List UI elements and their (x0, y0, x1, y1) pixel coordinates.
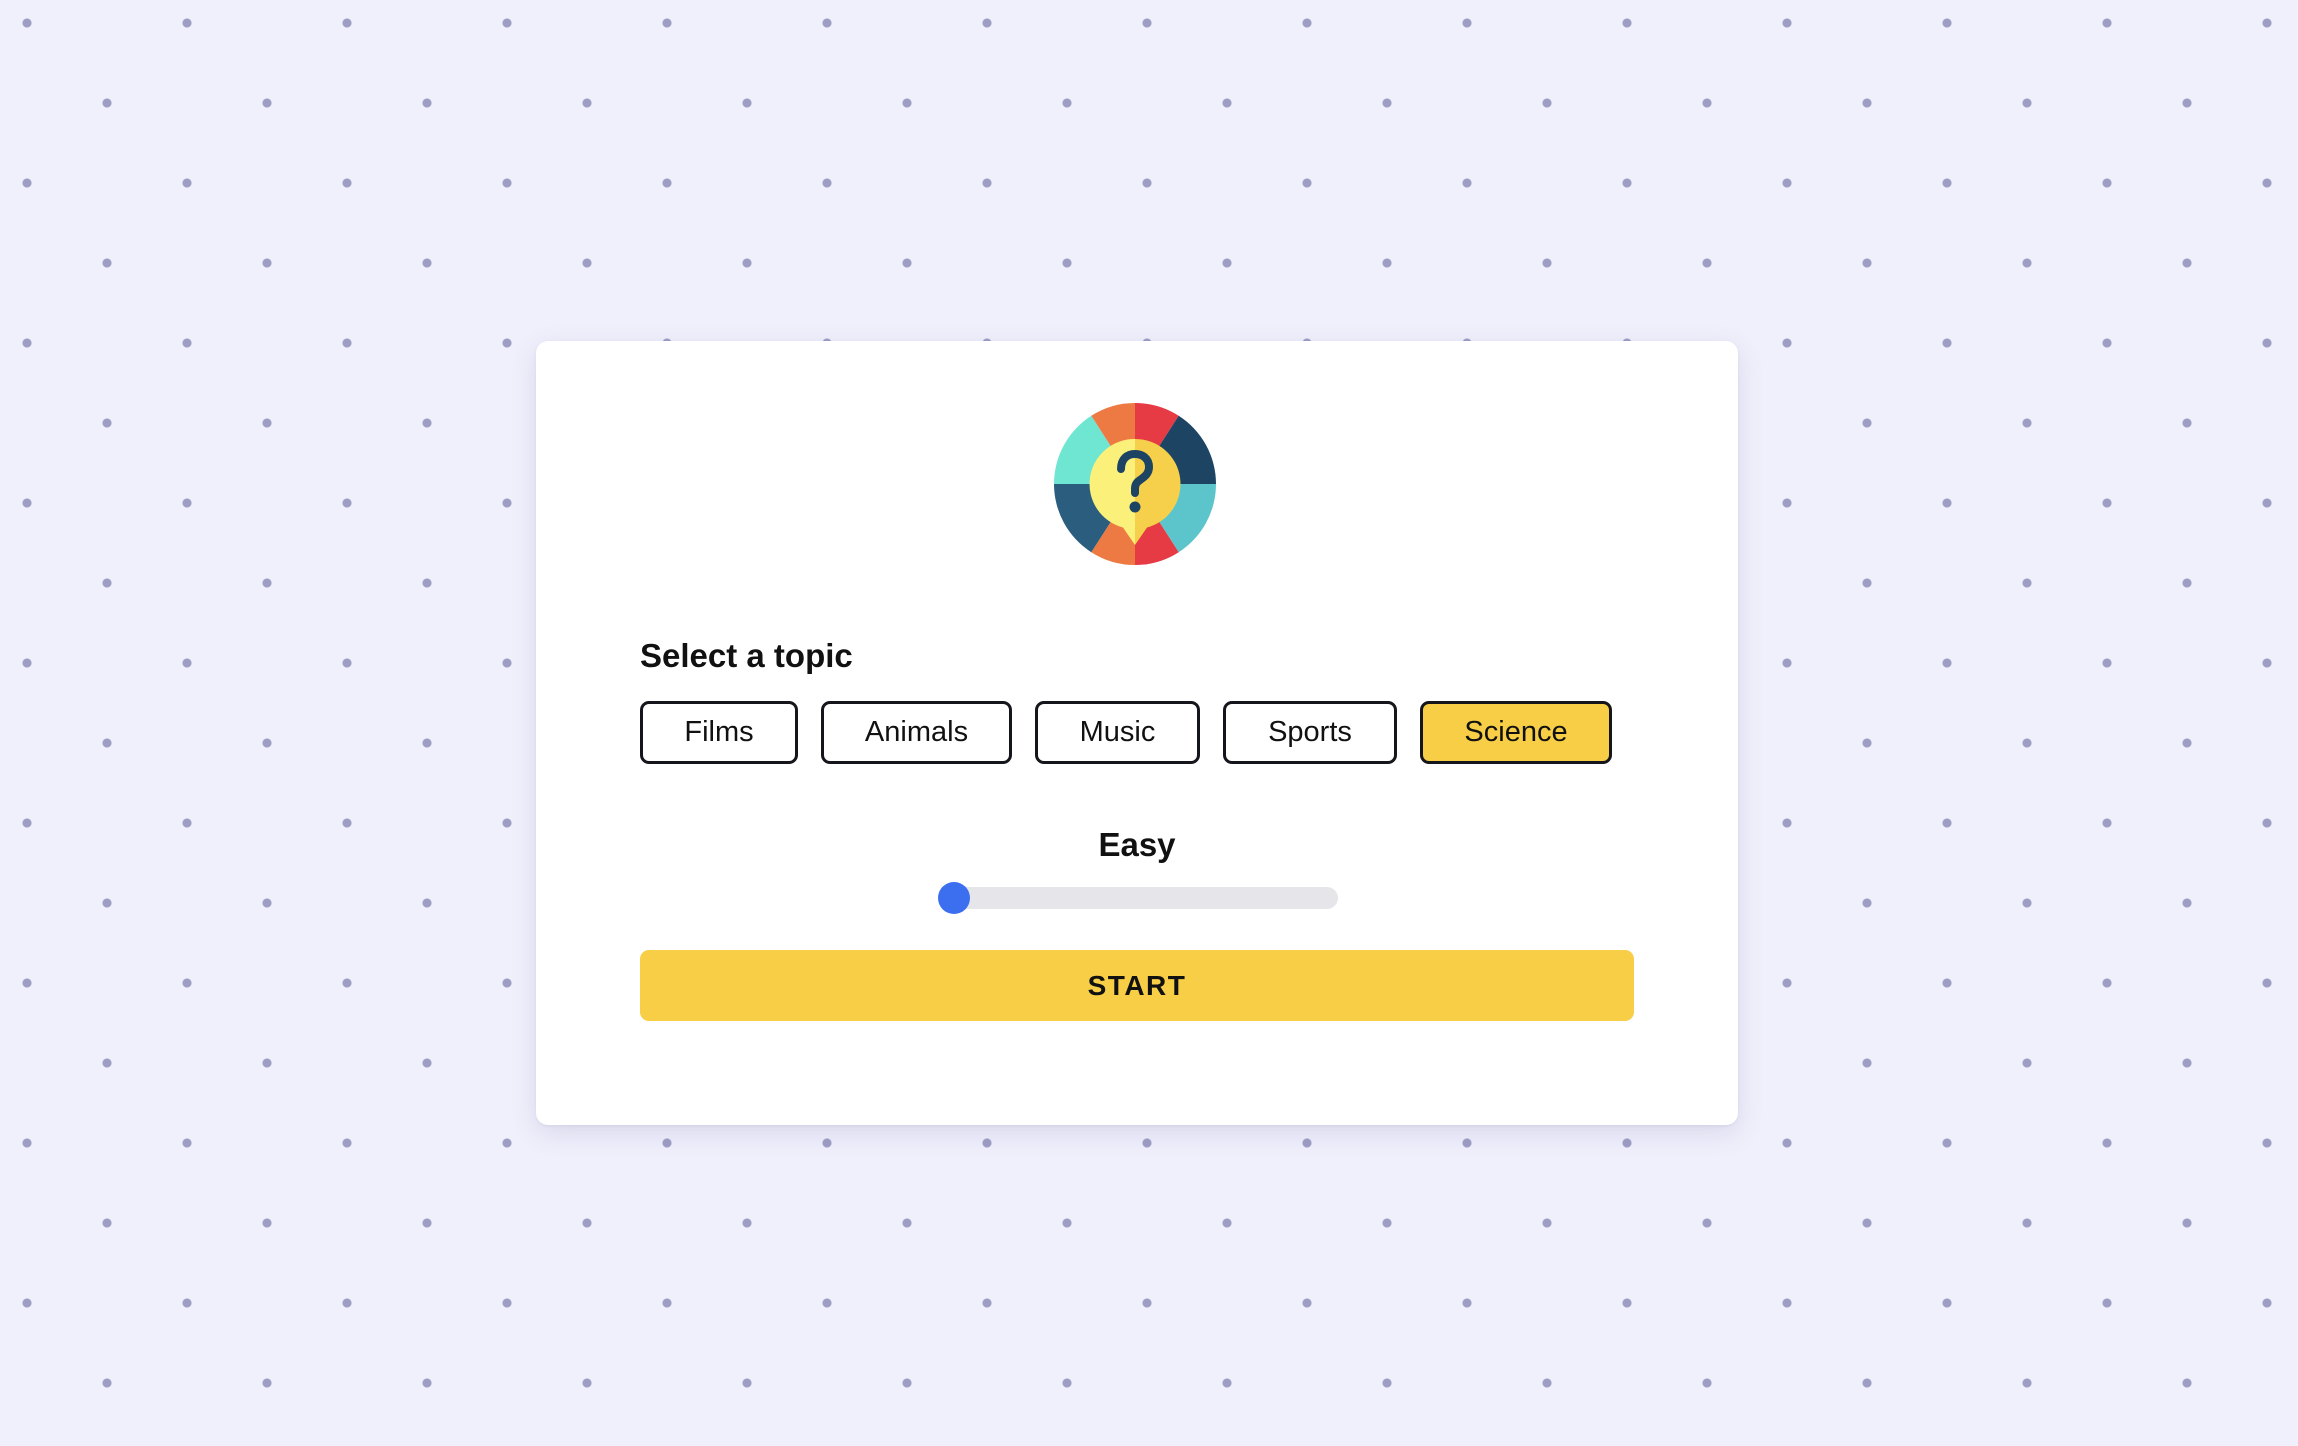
quiz-wheel-question-icon (1054, 403, 1216, 565)
difficulty-label: Easy (1098, 826, 1176, 863)
start-button[interactable]: START (640, 950, 1634, 1021)
topic-sports-button[interactable]: Sports (1223, 701, 1397, 764)
topic-animals-button[interactable]: Animals (821, 701, 1012, 764)
topic-options: Films Animals Music Sports Science (640, 701, 1612, 764)
difficulty-slider-thumb[interactable] (938, 882, 970, 914)
difficulty-slider[interactable] (938, 882, 1338, 914)
quiz-setup-card: Select a topic Films Animals Music Sport… (536, 341, 1738, 1125)
topic-science-button[interactable]: Science (1420, 701, 1612, 764)
topic-music-button[interactable]: Music (1035, 701, 1200, 764)
section-title: Select a topic (640, 637, 853, 674)
topic-films-button[interactable]: Films (640, 701, 798, 764)
difficulty-slider-track[interactable] (938, 887, 1338, 909)
